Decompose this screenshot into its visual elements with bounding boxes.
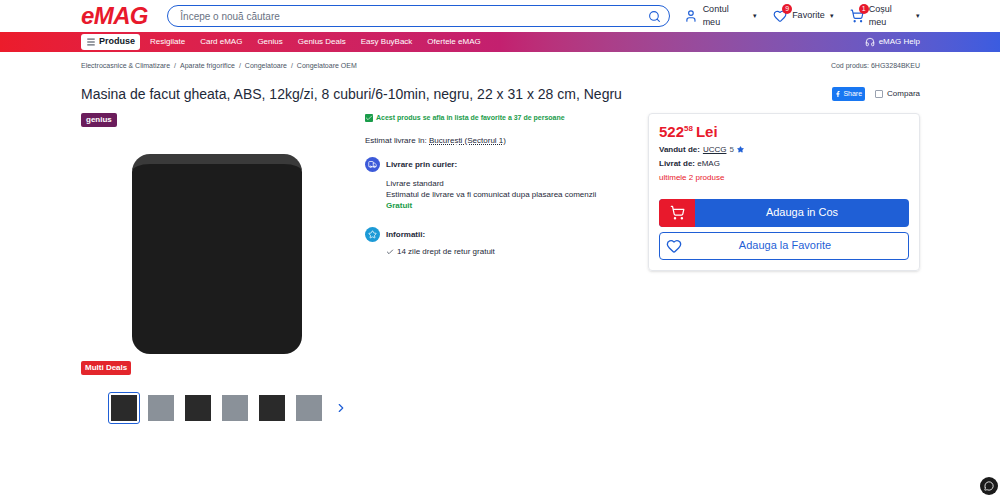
products-button[interactable]: Produse (81, 34, 140, 50)
cart-count-badge: 1 (859, 4, 869, 14)
thumbnail-strip (81, 392, 353, 424)
product-body: genius Multi Deals Acest produs se afla in… (81, 113, 920, 424)
info-section: Informatii:14 zile drept de retur gratui… (365, 227, 643, 257)
multi-deals-badge: Multi Deals (81, 361, 131, 375)
favorites-count-badge: 9 (782, 4, 792, 14)
logo[interactable]: eMAG (81, 4, 156, 28)
genius-badge: genius (81, 113, 117, 127)
product-code: Cod produs: 6HG3284BKEU (831, 61, 920, 72)
breadcrumb-item[interactable]: Electrocasnice & Climatizare (81, 61, 170, 72)
nav-link[interactable]: Card eMAG (200, 36, 242, 48)
delivered-by: Livrat de: eMAG (659, 158, 909, 170)
nav-link[interactable]: Genius Deals (298, 36, 346, 48)
thumbnail[interactable] (256, 392, 288, 424)
add-to-favorites-button[interactable]: Adauga la Favorite (659, 232, 909, 260)
breadcrumb-item[interactable]: Congelatoare OEM (297, 61, 357, 72)
product-image[interactable]: Multi Deals (81, 131, 353, 377)
courier-section: Livrare prin curier:Livrare standardEsti… (365, 157, 643, 211)
check-icon (365, 114, 373, 122)
stock-note: ultimele 2 produse (659, 172, 909, 184)
share-button[interactable]: Share (832, 87, 865, 102)
title-row: Masina de facut gheata, ABS, 12kg/zi, 8 … (81, 84, 920, 105)
facebook-icon (835, 91, 841, 97)
menu-icon (86, 37, 96, 47)
search-field[interactable]: Începe o nouă căutare (167, 5, 669, 27)
gallery: genius Multi Deals (81, 113, 353, 424)
favorites-note: Acest produs se afla in lista de favorit… (365, 113, 643, 124)
breadcrumb-item[interactable]: Aparate frigorifice (180, 61, 235, 72)
nav-link[interactable]: Resigilate (150, 36, 185, 48)
heart-icon (666, 238, 682, 254)
delivery-info: Acest produs se afla in lista de favorit… (365, 113, 643, 424)
truck-icon (368, 160, 377, 169)
price: 52258Lei (659, 124, 909, 139)
seller: Vandut de:UCCG5 (659, 144, 909, 156)
cart-icon (670, 205, 685, 220)
page: eMAG Începe o nouă căutare Contul meu▾ 9Fav… (0, 0, 1000, 499)
breadcrumb-item[interactable]: Congelatoare (245, 61, 287, 72)
header: eMAG Începe o nouă căutare Contul meu▾ 9Fav… (0, 0, 1000, 32)
nav-link[interactable]: Easy BuyBack (361, 36, 413, 48)
cart-menu[interactable]: 1Coșul meu▾ (850, 3, 920, 30)
thumbnail[interactable] (182, 392, 214, 424)
account-menu[interactable]: Contul meu▾ (684, 3, 757, 30)
compare-checkbox[interactable]: Compara (875, 88, 920, 100)
breadcrumb-row: Electrocasnice & Climatizare/Aparate fri… (81, 61, 920, 72)
nav-link[interactable]: Genius (257, 36, 282, 48)
headset-icon (865, 37, 875, 47)
product-title: Masina de facut gheata, ABS, 12kg/zi, 8 … (81, 84, 622, 105)
nav-bar: Produse Resigilate Card eMAG Genius Genius D… (0, 32, 1000, 52)
user-icon (684, 9, 698, 23)
star-badge-icon (368, 230, 377, 239)
help-link[interactable]: eMAG Help (865, 36, 920, 48)
add-to-cart-button[interactable]: Adauga in Cos (659, 199, 909, 227)
chat-icon (984, 481, 994, 491)
chat-button[interactable] (980, 477, 998, 495)
seller-link[interactable]: UCCG (703, 144, 727, 156)
thumbnail[interactable] (145, 392, 177, 424)
thumbnail[interactable] (219, 392, 251, 424)
thumbnail[interactable] (293, 392, 325, 424)
next-arrow-icon[interactable] (334, 401, 348, 415)
location-link[interactable]: București (Sectorul 1) (429, 136, 506, 145)
delivery-estimate: Estimat livrare în: București (Sectorul … (365, 135, 643, 147)
favorites-menu[interactable]: 9Favorite▾ (773, 9, 834, 23)
star-icon (737, 146, 744, 153)
offer-card: 52258Lei Vandut de:UCCG5 Livrat de: eMAG ul… (648, 113, 920, 271)
thumbnail[interactable] (108, 392, 140, 424)
search-icon[interactable] (648, 10, 661, 23)
nav-link[interactable]: Ofertele eMAG (427, 36, 480, 48)
check-icon (386, 248, 394, 256)
info-item: 14 zile drept de retur gratuit (386, 246, 495, 257)
